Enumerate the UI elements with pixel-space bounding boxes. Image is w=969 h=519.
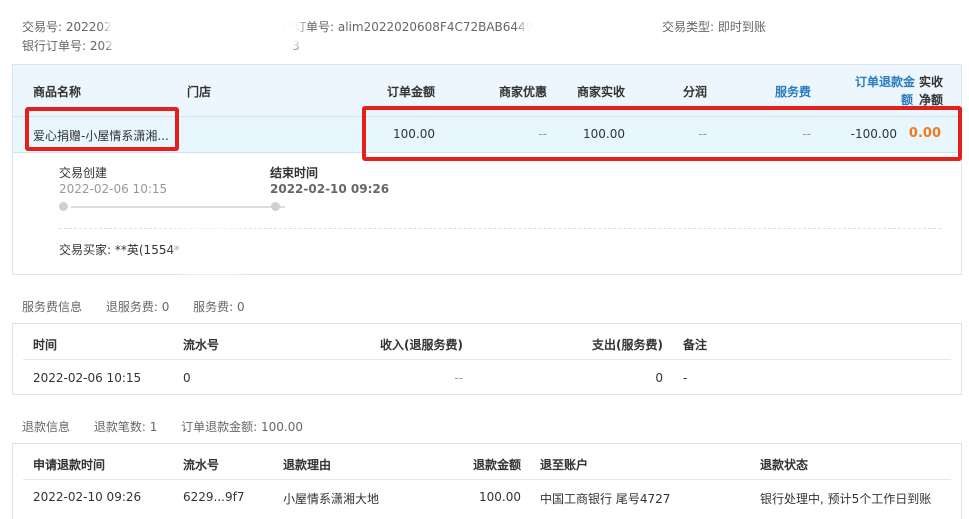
timeline-dot bbox=[271, 202, 280, 211]
service-expense: 0 bbox=[655, 371, 663, 385]
th-refund-status: 退款状态 bbox=[760, 458, 809, 472]
timeline-created-time: 2022-02-06 10:15 bbox=[59, 182, 168, 196]
order-panel: 商品名称 门店 订单金额 商家优惠 商家实收 分润 服务费 订单退款金 额 实收… bbox=[12, 64, 962, 275]
service-income: -- bbox=[454, 371, 463, 385]
refund-table: 申请退款时间 流水号 退款理由 退款金额 退至账户 退款状态 2022-02-1… bbox=[12, 443, 962, 519]
timeline-end-label: 结束时间 bbox=[270, 166, 319, 180]
timeline-dot bbox=[59, 202, 68, 211]
redaction-blur bbox=[176, 228, 248, 272]
buyer-info: 交易买家: **英(1554* bbox=[59, 243, 181, 257]
service-time: 2022-02-06 10:15 bbox=[33, 371, 142, 385]
th-profit-share: 分润 bbox=[682, 85, 707, 99]
refund-apply-time: 2022-02-10 09:26 bbox=[33, 490, 142, 504]
th-refund-serial: 流水号 bbox=[183, 458, 220, 472]
th-refund-account: 退至账户 bbox=[540, 458, 589, 472]
refund-status: 银行处理中, 预计5个工作日到账 bbox=[760, 492, 932, 506]
th-remark: 备注 bbox=[683, 338, 708, 352]
trade-type: 交易类型: 即时到账 bbox=[662, 20, 766, 34]
refund-serial[interactable]: 6229...9f7 bbox=[183, 490, 244, 504]
service-fee-table: 时间 流水号 收入(退服务费) 支出(服务费) 备注 2022-02-06 10… bbox=[12, 323, 962, 395]
refund-reason: 小屋情系潇湘大地 bbox=[283, 492, 380, 506]
redaction-blur bbox=[106, 8, 302, 50]
th-product: 商品名称 bbox=[33, 85, 82, 99]
th-refund-amount-2: 退款金额 bbox=[472, 458, 521, 472]
th-service-fee[interactable]: 服务费 bbox=[749, 83, 811, 100]
service-fee-table-header: 时间 流水号 收入(退服务费) 支出(服务费) 备注 bbox=[23, 324, 951, 360]
th-serial: 流水号 bbox=[183, 338, 220, 352]
timeline-created-label: 交易创建 bbox=[59, 166, 108, 180]
th-refund-amount[interactable]: 订单退款金 额 bbox=[829, 73, 915, 109]
th-apply-time: 申请退款时间 bbox=[33, 458, 106, 472]
service-remark: - bbox=[683, 371, 688, 385]
service-serial: 0 bbox=[183, 371, 191, 385]
refund-amount-value: 100.00 bbox=[479, 490, 521, 504]
refund-summary: 退款信息 退款笔数: 1 订单退款金额: 100.00 bbox=[22, 420, 304, 434]
highlight-box-product bbox=[25, 107, 179, 151]
th-refund-reason: 退款理由 bbox=[283, 458, 332, 472]
th-store: 门店 bbox=[187, 85, 212, 99]
th-net: 实收 净额 bbox=[918, 75, 943, 107]
service-fee-summary: 服务费信息 退服务费: 0 服务费: 0 bbox=[22, 300, 245, 314]
th-order-amount: 订单金额 bbox=[386, 85, 435, 99]
redaction-blur bbox=[522, 4, 640, 44]
refund-account: 中国工商银行 尾号4727 bbox=[540, 492, 671, 506]
highlight-box-amounts bbox=[362, 106, 962, 161]
th-merchant-received: 商家实收 bbox=[576, 85, 625, 99]
refund-table-header: 申请退款时间 流水号 退款理由 退款金额 退至账户 退款状态 bbox=[23, 444, 951, 480]
timeline-track bbox=[71, 206, 285, 208]
timeline-end-time: 2022-02-10 09:26 bbox=[270, 182, 390, 196]
th-time: 时间 bbox=[33, 338, 58, 352]
th-merchant-discount: 商家优惠 bbox=[498, 85, 547, 99]
th-expense: 支出(服务费) bbox=[592, 338, 663, 352]
th-income: 收入(退服务费) bbox=[380, 338, 463, 352]
